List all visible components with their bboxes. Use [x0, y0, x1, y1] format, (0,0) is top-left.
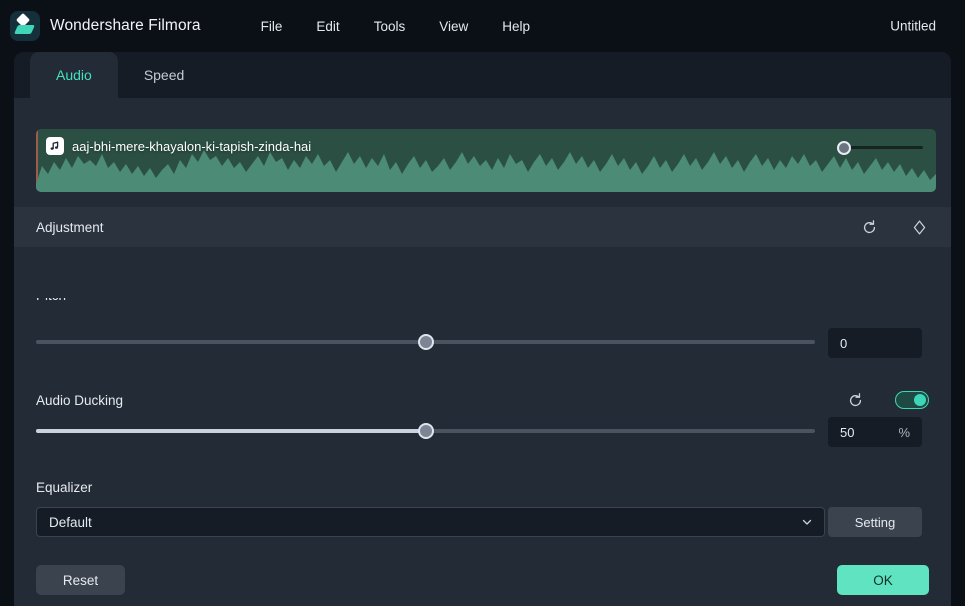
brand-name: Wondershare Filmora — [50, 17, 201, 34]
dialog-footer: Reset OK — [14, 559, 951, 606]
reset-icon[interactable] — [859, 217, 879, 237]
audio-ducking-value: 50 — [840, 424, 855, 440]
brand: Wondershare Filmora — [10, 11, 201, 41]
filmora-audio-settings-window: Wondershare Filmora File Edit Tools View… — [0, 0, 965, 606]
clip-header: aaj-bhi-mere-khayalon-ki-tapish-zinda-ha… — [46, 137, 311, 155]
clip-volume-slider[interactable] — [837, 140, 923, 156]
audio-ducking-slider-knob[interactable] — [418, 423, 434, 439]
document-title: Untitled — [890, 18, 936, 34]
audio-ducking-header-icons — [845, 390, 929, 410]
clip-volume-knob[interactable] — [837, 141, 851, 155]
toggle-knob — [914, 393, 926, 406]
audio-ducking-slider-fill — [36, 429, 426, 433]
ok-button[interactable]: OK — [837, 565, 929, 595]
pitch-value: 0 — [840, 335, 848, 351]
settings-panel: Audio Speed aaj-bhi-mere-khayalon-ki-tap… — [14, 52, 951, 606]
audio-ducking-unit: % — [898, 424, 910, 440]
pitch-value-field[interactable]: 0 — [828, 328, 922, 358]
menu-item-view[interactable]: View — [422, 14, 485, 39]
filmora-logo-icon — [10, 11, 40, 41]
menu-item-tools[interactable]: Tools — [357, 14, 423, 39]
audio-ducking-title: Audio Ducking — [36, 392, 124, 408]
diamond-keyframe-icon[interactable] — [909, 217, 929, 237]
tab-speed[interactable]: Speed — [118, 52, 210, 98]
audio-ducking-header: Audio Ducking — [14, 380, 951, 420]
reset-icon[interactable] — [845, 390, 865, 410]
chevron-down-icon — [800, 515, 814, 529]
adjustment-header-icons — [859, 217, 929, 237]
audio-clip-preview[interactable]: aaj-bhi-mere-khayalon-ki-tapish-zinda-ha… — [36, 129, 936, 192]
audio-ducking-slider-row[interactable]: 50 % — [14, 416, 951, 447]
music-note-icon — [46, 137, 64, 155]
menu-item-file[interactable]: File — [244, 14, 300, 39]
menu-item-help[interactable]: Help — [485, 14, 547, 39]
toggle-switch-on-icon[interactable] — [895, 391, 929, 409]
reset-button[interactable]: Reset — [36, 565, 125, 595]
clip-name: aaj-bhi-mere-khayalon-ki-tapish-zinda-ha… — [72, 138, 312, 154]
menu-item-edit[interactable]: Edit — [299, 14, 356, 39]
equalizer-dropdown[interactable]: Default — [36, 507, 825, 537]
equalizer-label: Equalizer — [36, 480, 93, 495]
equalizer-setting-button[interactable]: Setting — [828, 507, 922, 537]
pitch-slider-knob[interactable] — [418, 334, 434, 350]
pitch-slider-row[interactable]: 0 — [14, 327, 951, 358]
tab-strip: Audio Speed — [14, 52, 951, 98]
settings-scroll-area[interactable]: aaj-bhi-mere-khayalon-ki-tapish-zinda-ha… — [14, 98, 951, 559]
equalizer-selected-value: Default — [49, 514, 92, 530]
pitch-label: Pitch — [36, 298, 66, 306]
adjustment-title: Adjustment — [36, 219, 104, 235]
title-bar: Wondershare Filmora File Edit Tools View… — [0, 0, 965, 52]
audio-ducking-value-field[interactable]: 50 % — [828, 417, 922, 447]
clip-volume-track — [843, 146, 923, 149]
adjustment-section-header: Adjustment — [14, 207, 951, 247]
menu-bar: File Edit Tools View Help — [244, 14, 547, 39]
tab-audio[interactable]: Audio — [30, 52, 118, 98]
